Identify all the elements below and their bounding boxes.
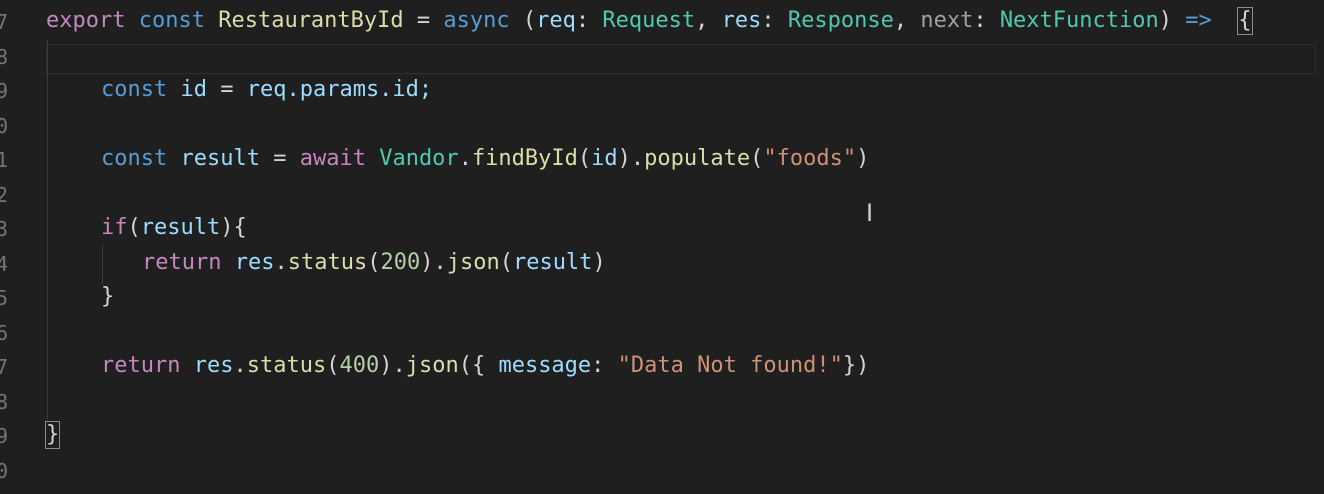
token-method-findbyid: findById: [471, 146, 578, 171]
token-paren: (: [750, 146, 764, 171]
code-line-5[interactable]: const result = await Vandor.findById(id)…: [101, 142, 869, 176]
token-dot: .: [233, 353, 247, 378]
token-colon: :: [761, 8, 775, 33]
token-paren: ).: [379, 353, 406, 378]
token-string: "Data Not found!": [617, 353, 843, 378]
token-param-res: res: [721, 8, 762, 33]
token-paren: ): [592, 250, 606, 275]
token-if: if: [101, 215, 128, 240]
code-line-9[interactable]: }: [101, 280, 114, 314]
token-type-response: Response: [787, 8, 894, 33]
token-param-req: req: [536, 8, 576, 33]
token-paren: ).: [420, 250, 447, 275]
token-comma: ,: [695, 8, 709, 33]
token-return: return: [101, 353, 181, 378]
line-number: 8: [0, 45, 8, 69]
code-area[interactable]: export const RestaurantById = async (req…: [44, 0, 1324, 494]
line-number: 0: [0, 459, 8, 483]
token-arrow: =>: [1185, 8, 1212, 33]
line-number: 1: [0, 148, 8, 172]
token-class-vandor: Vandor: [379, 146, 459, 171]
code-line-1[interactable]: export const RestaurantById = async (req…: [46, 4, 1253, 38]
token-param-next: next: [920, 8, 974, 33]
token-const: const: [101, 146, 168, 171]
token-operator: =: [220, 77, 234, 102]
line-number: 4: [0, 252, 8, 276]
line-number: 7: [0, 10, 8, 34]
token-comma: ,: [893, 8, 908, 33]
line-number: 5: [0, 286, 8, 310]
token-paren: ({: [458, 353, 486, 378]
token-await: await: [299, 146, 366, 171]
token-method-status: status: [287, 250, 368, 275]
token-operator: =: [416, 8, 431, 33]
token-method-populate: populate: [644, 146, 751, 171]
token-colon: :: [591, 353, 605, 378]
token-paren: (: [326, 353, 340, 378]
code-line-11[interactable]: return res.status(400).json({ message: "…: [101, 349, 869, 383]
token-return: return: [142, 250, 222, 275]
token-paren: (: [499, 250, 513, 275]
token-method-json: json: [446, 250, 500, 275]
token-colon: :: [575, 8, 590, 33]
token-var-result: result: [512, 250, 593, 275]
token-number: 400: [339, 353, 380, 378]
code-line-7[interactable]: if(result){: [101, 211, 247, 245]
token-method-json: json: [405, 353, 459, 378]
token-string: "foods": [763, 146, 857, 171]
token-paren: (: [522, 8, 537, 33]
matched-brace: }: [44, 421, 61, 449]
line-number: 7: [0, 355, 8, 379]
token-type-nextfunction: NextFunction: [999, 8, 1159, 33]
line-number: 8: [0, 390, 8, 414]
token-colon: :: [973, 8, 987, 33]
token-paren: }): [842, 353, 870, 378]
line-number: 6: [0, 321, 8, 345]
line-number: 9: [0, 79, 8, 103]
matched-brace: {: [1237, 7, 1253, 35]
token-const: const: [101, 77, 168, 102]
token-var-result: result: [180, 146, 260, 171]
token-var-res: res: [234, 250, 275, 275]
token-var-id: id: [591, 146, 618, 171]
token-brace: }: [101, 284, 115, 309]
token-number: 200: [380, 250, 421, 275]
token-paren: ): [1158, 8, 1173, 33]
token-dot: .: [274, 250, 288, 275]
token-paren: ): [856, 146, 870, 171]
token-function-name: RestaurantById: [218, 8, 404, 33]
code-line-13[interactable]: }: [44, 418, 61, 452]
token-method-status: status: [246, 353, 327, 378]
token-operator: =: [273, 146, 287, 171]
text-cursor-icon: I: [866, 199, 874, 227]
token-dot: .: [458, 146, 472, 171]
token-async: async: [443, 8, 510, 33]
token-type-request: Request: [602, 8, 696, 33]
token-var-result: result: [140, 215, 221, 240]
token-var-res: res: [193, 353, 234, 378]
code-editor[interactable]: 7 8 9 0 1 2 3 4 5 6 7 8 9 0 export const…: [0, 0, 1324, 494]
code-line-8[interactable]: return res.status(200).json(result): [142, 246, 606, 280]
token-paren: (: [577, 146, 592, 171]
token-paren: (: [367, 250, 381, 275]
token-key-message: message: [498, 353, 592, 378]
line-number: 3: [0, 217, 8, 241]
token-export: export: [46, 8, 126, 33]
code-line-3[interactable]: const id = req.params.id;: [101, 73, 432, 107]
line-number: 0: [0, 114, 8, 138]
line-number: 2: [0, 183, 8, 207]
line-number: 9: [0, 424, 8, 448]
token-paren: ){: [220, 215, 247, 240]
token-expression: req.params.id;: [246, 77, 433, 102]
line-number-gutter: 7 8 9 0 1 2 3 4 5 6 7 8 9 0: [0, 0, 20, 494]
token-paren: (: [127, 215, 141, 240]
token-paren: ).: [617, 146, 645, 171]
token-const: const: [138, 8, 205, 33]
token-var-id: id: [180, 77, 207, 102]
